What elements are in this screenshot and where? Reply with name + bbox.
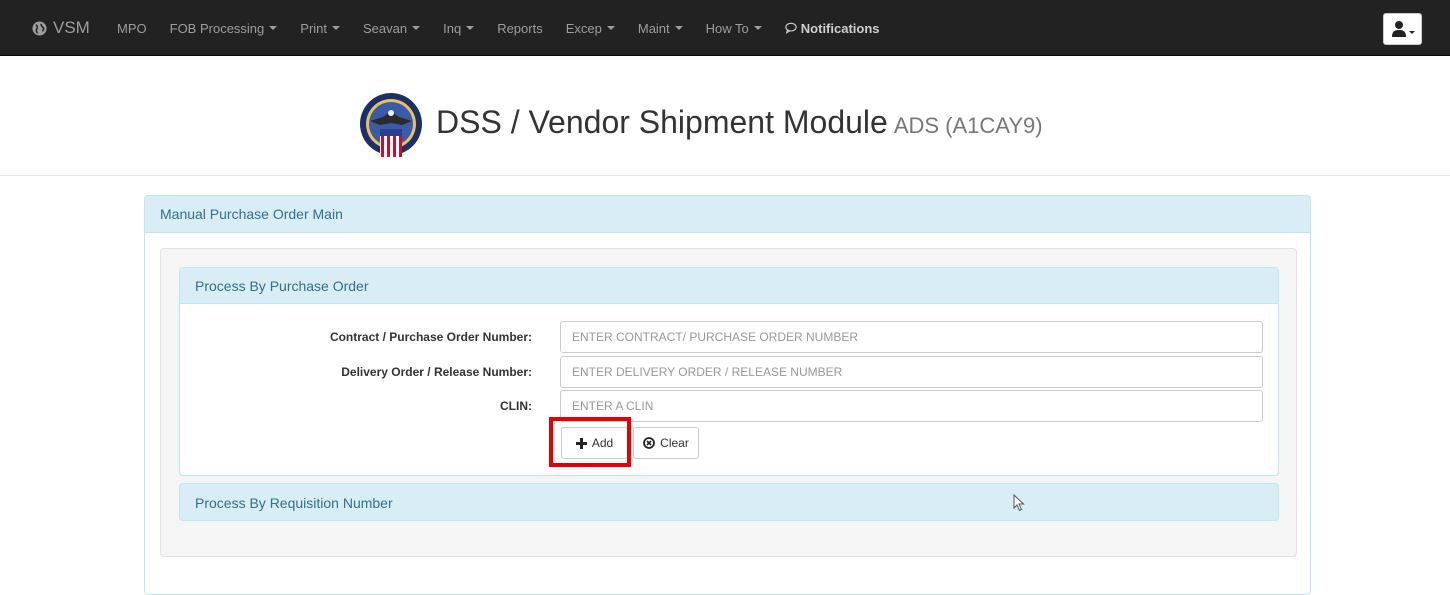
page-title: DSS / Vendor Shipment Module ADS (A1CAY9) bbox=[436, 104, 1043, 141]
notifications-label: Notifications bbox=[800, 20, 880, 36]
manual-po-main-panel: Manual Purchase Order Main Process By Pu… bbox=[144, 195, 1311, 595]
caret-down-icon bbox=[674, 26, 683, 30]
contract-po-label: Contract / Purchase Order Number: bbox=[329, 330, 532, 344]
user-menu-button[interactable] bbox=[1383, 13, 1422, 45]
clin-label: CLIN: bbox=[500, 399, 532, 413]
nav-item-label: Inq bbox=[443, 20, 462, 36]
caret-down-icon bbox=[332, 26, 341, 30]
clear-button[interactable]: Clear bbox=[633, 427, 699, 459]
nav-menu: MPO FOB Processing Print Seavan Inq Repo… bbox=[117, 18, 903, 38]
contract-po-input[interactable] bbox=[560, 321, 1263, 353]
nav-item-mpo[interactable]: MPO bbox=[117, 21, 147, 36]
nav-item-maint[interactable]: Maint bbox=[638, 21, 683, 36]
delivery-order-row: Delivery Order / Release Number: bbox=[180, 356, 1280, 388]
globe-icon bbox=[32, 20, 47, 36]
content-well: Process By Purchase Order Contract / Pur… bbox=[160, 248, 1297, 557]
delivery-order-label: Delivery Order / Release Number: bbox=[341, 365, 532, 379]
mouse-pointer-icon bbox=[1013, 494, 1025, 512]
page-header: DSS / Vendor Shipment Module ADS (A1CAY9) bbox=[0, 56, 1450, 176]
user-icon bbox=[1391, 21, 1406, 37]
nav-item-label: FOB Processing bbox=[169, 20, 265, 36]
brand-label: VSM bbox=[53, 18, 90, 37]
plus-icon bbox=[575, 437, 587, 449]
caret-down-icon bbox=[412, 26, 421, 30]
button-row: Add Clear bbox=[180, 427, 1280, 459]
caret-down-icon bbox=[269, 26, 278, 30]
contract-po-row: Contract / Purchase Order Number: bbox=[180, 321, 1280, 353]
nav-item-label: Maint bbox=[637, 20, 670, 36]
clin-input[interactable] bbox=[560, 390, 1263, 422]
comment-icon bbox=[785, 22, 797, 34]
delivery-order-input[interactable] bbox=[560, 356, 1263, 388]
nav-item-how-to[interactable]: How To bbox=[706, 21, 762, 36]
remove-circle-icon bbox=[643, 437, 656, 449]
add-button-label: Add bbox=[591, 436, 614, 450]
nav-item-excep[interactable]: Excep bbox=[566, 21, 615, 36]
panel-heading: Manual Purchase Order Main bbox=[145, 196, 1310, 233]
agency-seal-logo bbox=[360, 93, 422, 157]
title-text: DSS / Vendor Shipment Module bbox=[436, 104, 888, 140]
caret-down-icon bbox=[466, 26, 475, 30]
process-by-po-heading[interactable]: Process By Purchase Order bbox=[180, 268, 1278, 304]
nav-item-label: How To bbox=[705, 20, 749, 36]
process-by-po-panel: Process By Purchase Order Contract / Pur… bbox=[179, 267, 1279, 476]
brand-link[interactable]: VSM bbox=[32, 18, 90, 38]
clin-row: CLIN: bbox=[180, 390, 1280, 422]
nav-item-inq[interactable]: Inq bbox=[443, 20, 475, 36]
nav-item-fob-processing[interactable]: FOB Processing bbox=[170, 21, 278, 36]
nav-item-notifications[interactable]: Notifications bbox=[785, 21, 880, 36]
title-subtitle: ADS (A1CAY9) bbox=[893, 113, 1043, 138]
nav-item-label: Reports bbox=[497, 20, 543, 36]
nav-item-label: Print bbox=[300, 20, 328, 36]
caret-down-icon bbox=[753, 26, 762, 30]
caret-down-icon bbox=[1408, 30, 1415, 34]
add-button[interactable]: Add bbox=[561, 427, 628, 459]
process-by-requisition-heading[interactable]: Process By Requisition Number bbox=[179, 483, 1279, 521]
nav-item-reports[interactable]: Reports bbox=[497, 21, 543, 36]
clear-button-label: Clear bbox=[660, 436, 689, 450]
nav-item-seavan[interactable]: Seavan bbox=[363, 20, 421, 36]
nav-item-print[interactable]: Print bbox=[300, 20, 341, 36]
nav-item-label: Seavan bbox=[363, 20, 408, 36]
nav-item-label: MPO bbox=[117, 20, 147, 36]
top-navbar: VSM MPO FOB Processing Print Seavan Inq … bbox=[0, 0, 1450, 56]
nav-item-label: Excep bbox=[565, 20, 602, 36]
caret-down-icon bbox=[606, 26, 615, 30]
